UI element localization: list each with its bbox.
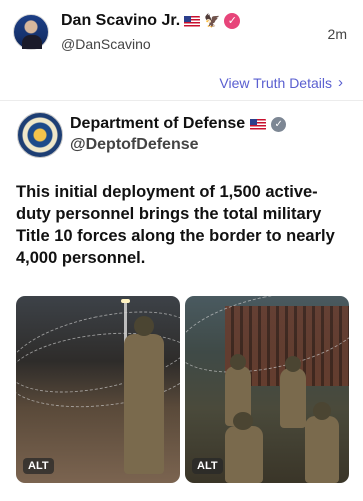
dod-name-line: Department of Defense ✓ bbox=[70, 115, 287, 133]
soldier-helmet bbox=[233, 412, 253, 430]
dod-avatar[interactable] bbox=[17, 112, 63, 158]
author-name[interactable]: Dan Scavino Jr. bbox=[61, 12, 180, 30]
author-handle[interactable]: @DanScavino bbox=[61, 36, 151, 52]
us-flag-icon bbox=[184, 15, 201, 27]
shared-post-card[interactable]: Department of Defense ✓ @DeptofDefense T… bbox=[0, 100, 363, 501]
soldier-figure bbox=[124, 334, 164, 474]
chevron-right-icon: › bbox=[338, 74, 343, 91]
post-header: Dan Scavino Jr. 🦅 ✓ @DanScavino 2m bbox=[0, 0, 363, 60]
post-text: This initial deployment of 1,500 active-… bbox=[16, 183, 335, 267]
dod-name[interactable]: Department of Defense bbox=[70, 115, 245, 133]
us-flag-icon bbox=[250, 118, 267, 130]
alt-button[interactable]: ALT bbox=[23, 458, 54, 474]
soldier-figure bbox=[280, 368, 306, 428]
eagle-icon: 🦅 bbox=[204, 13, 221, 28]
soldier-helmet bbox=[313, 402, 331, 420]
soldier-figure bbox=[305, 416, 339, 483]
author-name-line: Dan Scavino Jr. 🦅 ✓ bbox=[61, 12, 241, 30]
author-avatar[interactable] bbox=[13, 14, 49, 50]
verified-badge-icon: ✓ bbox=[224, 13, 241, 29]
photo-left[interactable]: ALT bbox=[16, 296, 180, 483]
media-grid: ALT ALT bbox=[16, 296, 349, 483]
soldier-helmet bbox=[134, 316, 154, 336]
view-details-label: View Truth Details bbox=[219, 74, 332, 91]
view-truth-details-link[interactable]: View Truth Details › bbox=[219, 74, 343, 91]
soldier-figure bbox=[225, 426, 263, 483]
alt-button[interactable]: ALT bbox=[192, 458, 223, 474]
soldier-helmet bbox=[230, 354, 246, 370]
soldier-helmet bbox=[285, 356, 301, 372]
verified-badge-icon: ✓ bbox=[271, 116, 287, 132]
dod-handle[interactable]: @DeptofDefense bbox=[70, 136, 199, 154]
post-timestamp: 2m bbox=[327, 26, 347, 42]
photo-right[interactable]: ALT bbox=[185, 296, 349, 483]
avatar-figure bbox=[22, 35, 42, 49]
